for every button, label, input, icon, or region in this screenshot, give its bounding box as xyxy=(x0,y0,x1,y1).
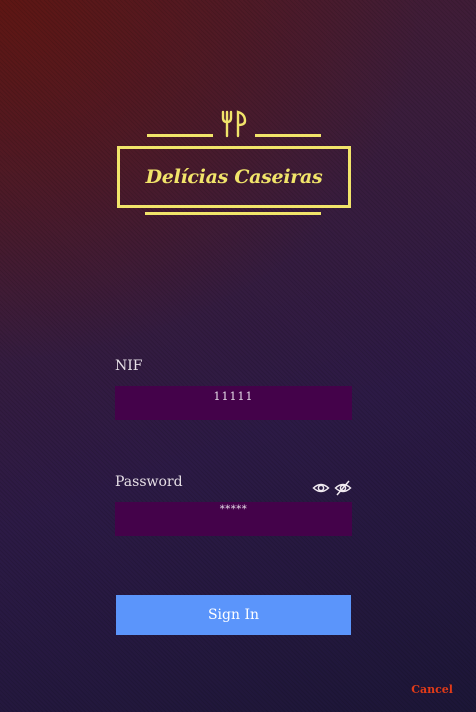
sign-in-button[interactable]: Sign In xyxy=(116,595,351,635)
nif-input[interactable]: 11111 xyxy=(115,386,352,420)
eye-off-icon[interactable] xyxy=(334,479,352,497)
password-label: Password xyxy=(115,474,183,490)
logo-divider-right xyxy=(255,134,321,137)
fork-knife-icon xyxy=(221,110,247,138)
brand-logo: Delícias Caseiras xyxy=(115,110,353,220)
logo-divider-bottom xyxy=(145,212,321,215)
password-input[interactable]: ***** xyxy=(115,502,352,536)
nif-label: NIF xyxy=(115,358,143,374)
brand-name: Delícias Caseiras xyxy=(145,166,323,188)
logo-divider-left xyxy=(147,134,213,137)
eye-icon[interactable] xyxy=(312,479,330,497)
cancel-link[interactable]: Cancel xyxy=(411,683,453,696)
brand-frame: Delícias Caseiras xyxy=(117,146,351,208)
